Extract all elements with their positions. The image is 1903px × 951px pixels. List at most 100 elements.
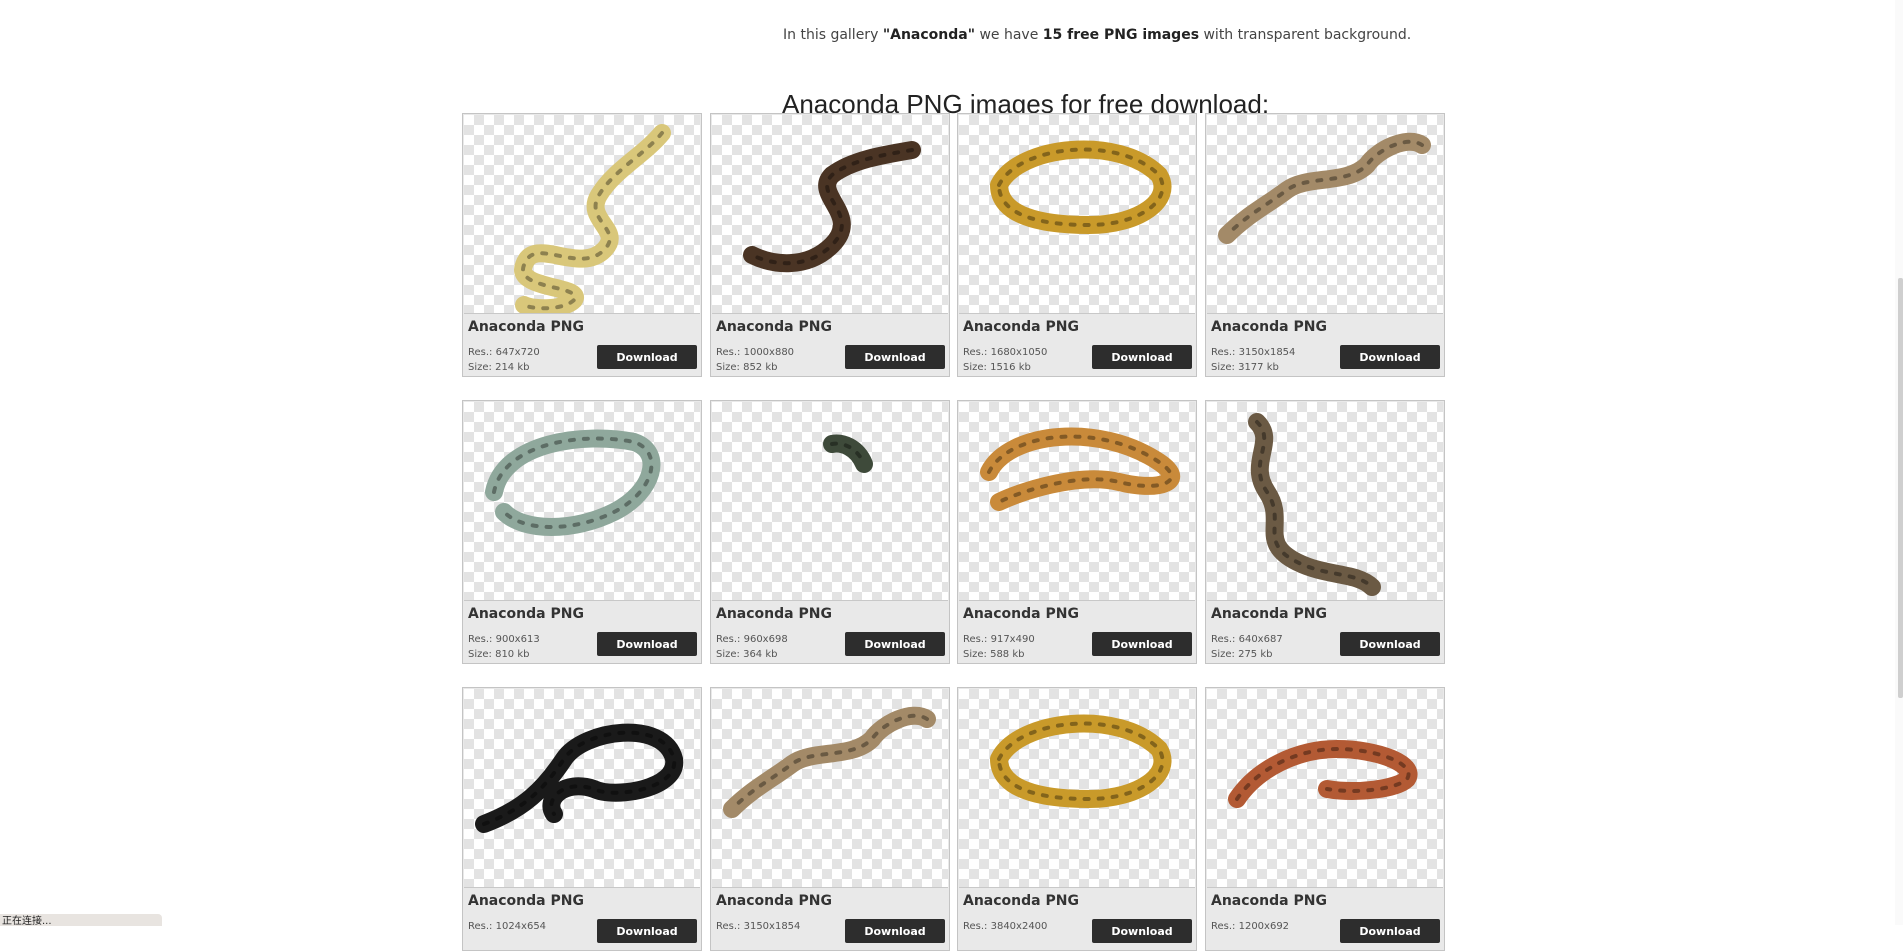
image-card[interactable]: Anaconda PNG Res.: 3150x1854 Size: 3177 kb… [1205, 113, 1445, 377]
image-meta: Res.: 1200x692 [1211, 919, 1289, 934]
image-file-size: Size: 852 kb [716, 362, 778, 373]
card-title: Anaconda PNG [468, 319, 584, 335]
image-meta: Res.: 3150x1854 [716, 919, 800, 934]
download-button[interactable]: Download [845, 632, 945, 656]
image-resolution: Res.: 3150x1854 [716, 921, 801, 932]
snake-icon [1248, 413, 1381, 596]
image-resolution: Res.: 1680x1050 [963, 347, 1048, 358]
snake-thumbnail-yellow-anaconda-coiled[interactable] [464, 115, 700, 314]
snake-icon [485, 429, 661, 536]
image-file-size: Size: 588 kb [963, 649, 1025, 660]
image-resolution: Res.: 3840x2400 [963, 921, 1048, 932]
snake-icon [980, 427, 1180, 511]
image-meta: Res.: 3840x2400 [963, 919, 1047, 934]
card-title: Anaconda PNG [468, 606, 584, 622]
download-button[interactable]: Download [1340, 919, 1440, 943]
snake-icon [1228, 739, 1418, 808]
card-title: Anaconda PNG [716, 893, 832, 909]
snake-thumbnail-yellow-black-python-coil[interactable] [959, 689, 1195, 888]
snake-thumbnail-tan-snake-stretched[interactable] [1207, 115, 1443, 314]
image-file-size: Size: 214 kb [468, 362, 530, 373]
intro-suffix: with transparent background. [1199, 27, 1412, 43]
download-button[interactable]: Download [1092, 919, 1192, 943]
snake-thumbnail-tan-snake-stretched[interactable] [712, 689, 948, 888]
status-bar: 正在连接... [0, 914, 162, 926]
snake-icon [475, 723, 684, 833]
download-button[interactable]: Download [1092, 632, 1192, 656]
snake-icon [1218, 132, 1431, 244]
snake-thumbnail-orange-boa-coiled[interactable] [959, 402, 1195, 601]
snake-icon [990, 140, 1172, 235]
snake-thumbnail-brown-snake-slithering[interactable] [1207, 402, 1443, 601]
image-resolution: Res.: 647x720 [468, 347, 540, 358]
download-button[interactable]: Download [845, 345, 945, 369]
image-card[interactable]: Anaconda PNG Res.: 640x687 Size: 275 kb Dow… [1205, 400, 1445, 664]
card-title: Anaconda PNG [1211, 893, 1327, 909]
download-button[interactable]: Download [597, 919, 697, 943]
snake-thumbnail-brown-python-raised[interactable] [712, 115, 948, 314]
download-button[interactable]: Download [1340, 345, 1440, 369]
image-file-size: Size: 364 kb [716, 649, 778, 660]
card-title: Anaconda PNG [716, 606, 832, 622]
image-file-size: Size: 810 kb [468, 649, 530, 660]
snake-thumbnail-green-anaconda-coiled[interactable] [464, 402, 700, 601]
image-card[interactable]: Anaconda PNG Res.: 647x720 Size: 214 kb Dow… [462, 113, 702, 377]
image-resolution: Res.: 640x687 [1211, 634, 1283, 645]
image-card[interactable]: Anaconda PNG Res.: 1680x1050 Size: 1516 kb… [957, 113, 1197, 377]
download-button[interactable]: Download [1340, 632, 1440, 656]
intro-count: 15 free PNG images [1042, 27, 1200, 43]
scrollbar-thumb[interactable] [1898, 278, 1903, 698]
snake-icon [990, 714, 1172, 809]
image-resolution: Res.: 960x698 [716, 634, 788, 645]
image-resolution: Res.: 1200x692 [1211, 921, 1290, 932]
scrollbar-track[interactable] [1895, 0, 1903, 925]
snake-thumbnail-black-snake-coiled[interactable] [464, 689, 700, 888]
image-meta: Res.: 900x613 Size: 810 kb [468, 632, 540, 662]
download-button[interactable]: Download [1092, 345, 1192, 369]
image-file-size: Size: 1516 kb [963, 362, 1031, 373]
intro-gallery-name: "Anaconda" [882, 27, 976, 43]
image-card[interactable]: Anaconda PNG Res.: 1024x654 Download [462, 687, 702, 951]
image-meta: Res.: 917x490 Size: 588 kb [963, 632, 1035, 662]
card-title: Anaconda PNG [468, 893, 584, 909]
image-meta: Res.: 3150x1854 Size: 3177 kb [1211, 345, 1295, 375]
image-meta: Res.: 1000x880 Size: 852 kb [716, 345, 794, 375]
image-card[interactable]: Anaconda PNG Res.: 917x490 Size: 588 kb Dow… [957, 400, 1197, 664]
image-resolution: Res.: 917x490 [963, 634, 1035, 645]
image-resolution: Res.: 1024x654 [468, 921, 547, 932]
gallery-intro: In this gallery "Anaconda" we have 15 fr… [783, 27, 1411, 43]
image-resolution: Res.: 3150x1854 [1211, 347, 1296, 358]
snake-thumbnail-small-snake-head[interactable] [712, 402, 948, 601]
download-button[interactable]: Download [597, 345, 697, 369]
snake-thumbnail-yellow-black-python-coil[interactable] [959, 115, 1195, 314]
image-meta: Res.: 647x720 Size: 214 kb [468, 345, 540, 375]
snake-thumbnail-red-boa-coiled[interactable] [1207, 689, 1443, 888]
intro-middle: we have [975, 27, 1043, 43]
image-file-size: Size: 3177 kb [1211, 362, 1279, 373]
image-card[interactable]: Anaconda PNG Res.: 3840x2400 Download [957, 687, 1197, 951]
intro-prefix: In this gallery [783, 27, 883, 43]
image-card[interactable]: Anaconda PNG Res.: 960x698 Size: 364 kb Dow… [710, 400, 950, 664]
image-card[interactable]: Anaconda PNG Res.: 1200x692 Download [1205, 687, 1445, 951]
card-title: Anaconda PNG [716, 319, 832, 335]
snake-icon [723, 706, 936, 818]
download-button[interactable]: Download [845, 919, 945, 943]
card-title: Anaconda PNG [963, 893, 1079, 909]
image-resolution: Res.: 1000x880 [716, 347, 795, 358]
snake-icon [743, 141, 921, 273]
image-resolution: Res.: 900x613 [468, 634, 540, 645]
card-title: Anaconda PNG [963, 319, 1079, 335]
image-meta: Res.: 1680x1050 Size: 1516 kb [963, 345, 1047, 375]
image-card[interactable]: Anaconda PNG Res.: 1000x880 Size: 852 kb Do… [710, 113, 950, 377]
download-button[interactable]: Download [597, 632, 697, 656]
image-meta: Res.: 1024x654 [468, 919, 546, 934]
image-meta: Res.: 960x698 Size: 364 kb [716, 632, 788, 662]
image-card[interactable]: Anaconda PNG Res.: 3150x1854 Download [710, 687, 950, 951]
image-file-size: Size: 275 kb [1211, 649, 1273, 660]
image-meta: Res.: 640x687 Size: 275 kb [1211, 632, 1283, 662]
card-title: Anaconda PNG [1211, 606, 1327, 622]
image-card[interactable]: Anaconda PNG Res.: 900x613 Size: 810 kb Dow… [462, 400, 702, 664]
snake-icon [823, 434, 873, 473]
card-title: Anaconda PNG [963, 606, 1079, 622]
snake-icon [514, 124, 671, 313]
